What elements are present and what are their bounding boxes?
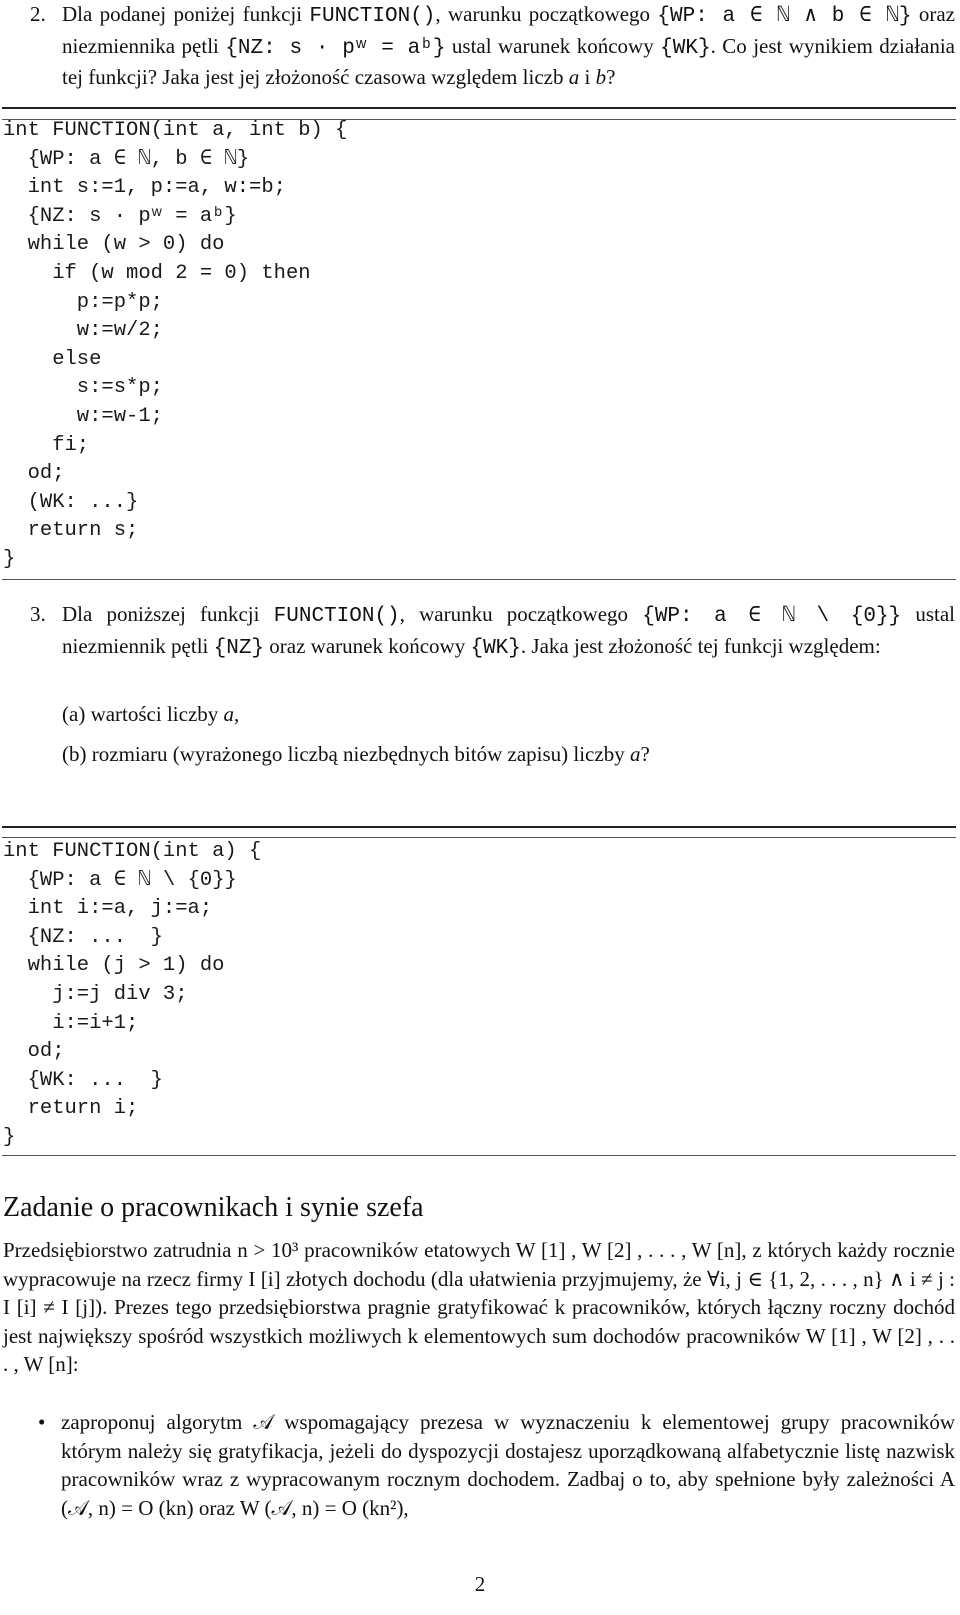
task-2: 2. Dla podanej poniżej funkcji FUNCTION(… [30, 0, 955, 92]
subitem-a: (a) wartości liczby a, [62, 702, 240, 726]
code-line: {WP: a ∈ ℕ \ {0}} [3, 868, 237, 892]
code-listing-2: int FUNCTION(int a) { {WP: a ∈ ℕ \ {0}} … [3, 838, 261, 1153]
code-line: } [3, 547, 16, 571]
task-3: 3. Dla poniższej funkcji FUNCTION(), war… [30, 600, 955, 663]
code-line: (WK: ...} [3, 490, 139, 514]
code-line: int s:=1, p:=a, w:=b; [3, 176, 286, 200]
function-name: FUNCTION() [309, 5, 436, 28]
code2-top-rule [2, 826, 956, 828]
loop-invariant: {NZ: s · pʷ = aᵇ} [225, 36, 446, 60]
code-line: {WK: ... } [3, 1068, 163, 1092]
subitem-b: (b) rozmiaru (wyrażonego liczbą niezbędn… [62, 742, 650, 766]
code-line: i:=i+1; [3, 1011, 139, 1035]
code-line: while (w > 0) do [3, 233, 225, 257]
code-line: else [3, 347, 102, 371]
precondition: {WP: a ∈ ℕ \ {0}} [642, 605, 902, 628]
code-line: int i:=a, j:=a; [3, 897, 213, 921]
code-line: s:=s*p; [3, 376, 163, 400]
code-listing-1: int FUNCTION(int a, int b) { {WP: a ∈ ℕ,… [3, 117, 347, 575]
code-line: {WP: a ∈ ℕ, b ∈ ℕ} [3, 147, 250, 171]
code-line: } [3, 1125, 16, 1149]
code-line: w:=w-1; [3, 404, 163, 428]
code-line: fi; [3, 433, 90, 457]
section-title: Zadanie o pracownikach i synie szefa [3, 1192, 424, 1223]
code-line: {NZ: ... } [3, 925, 163, 949]
task-number: 2. [30, 2, 46, 26]
loop-invariant: {NZ} [213, 636, 265, 660]
code-line: od; [3, 462, 65, 486]
code-line: int FUNCTION(int a, int b) { [3, 119, 348, 142]
bullet-icon: • [38, 1410, 46, 1434]
code-line: w:=w/2; [3, 319, 163, 343]
code-line: j:=j div 3; [3, 982, 188, 1006]
task-number: 3. [30, 602, 46, 626]
code-line: p:=p*p; [3, 290, 163, 314]
code-line: {NZ: s · pʷ = aᵇ} [3, 204, 237, 228]
precondition: {WP: a ∈ ℕ ∧ b ∈ ℕ} [657, 5, 912, 28]
postcondition: {WK} [470, 636, 521, 660]
task-3-text: Dla poniższej funkcji FUNCTION(), warunk… [62, 602, 956, 660]
code-line: return i; [3, 1097, 139, 1121]
code-bottom-rule [2, 579, 956, 580]
bullet-item: • zaproponuj algorytm 𝒜 wspomagający pre… [38, 1410, 955, 1520]
code-line: od; [3, 1040, 65, 1064]
section-paragraph: Przedsiębiorstwo zatrudnia n > 10³ praco… [3, 1238, 955, 1377]
task-2-text: Dla podanej poniżej funkcji FUNCTION(), … [62, 2, 955, 90]
postcondition: {WK} [660, 36, 711, 60]
code-line: int FUNCTION(int a) { [3, 840, 262, 863]
code-line: if (w mod 2 = 0) then [3, 261, 311, 285]
function-name: FUNCTION() [273, 605, 400, 628]
code2-bottom-rule [2, 1155, 956, 1156]
code-top-rule [2, 107, 956, 109]
page-number: 2 [474, 1572, 486, 1596]
code-line: while (j > 1) do [3, 954, 225, 978]
code-line: return s; [3, 519, 139, 543]
